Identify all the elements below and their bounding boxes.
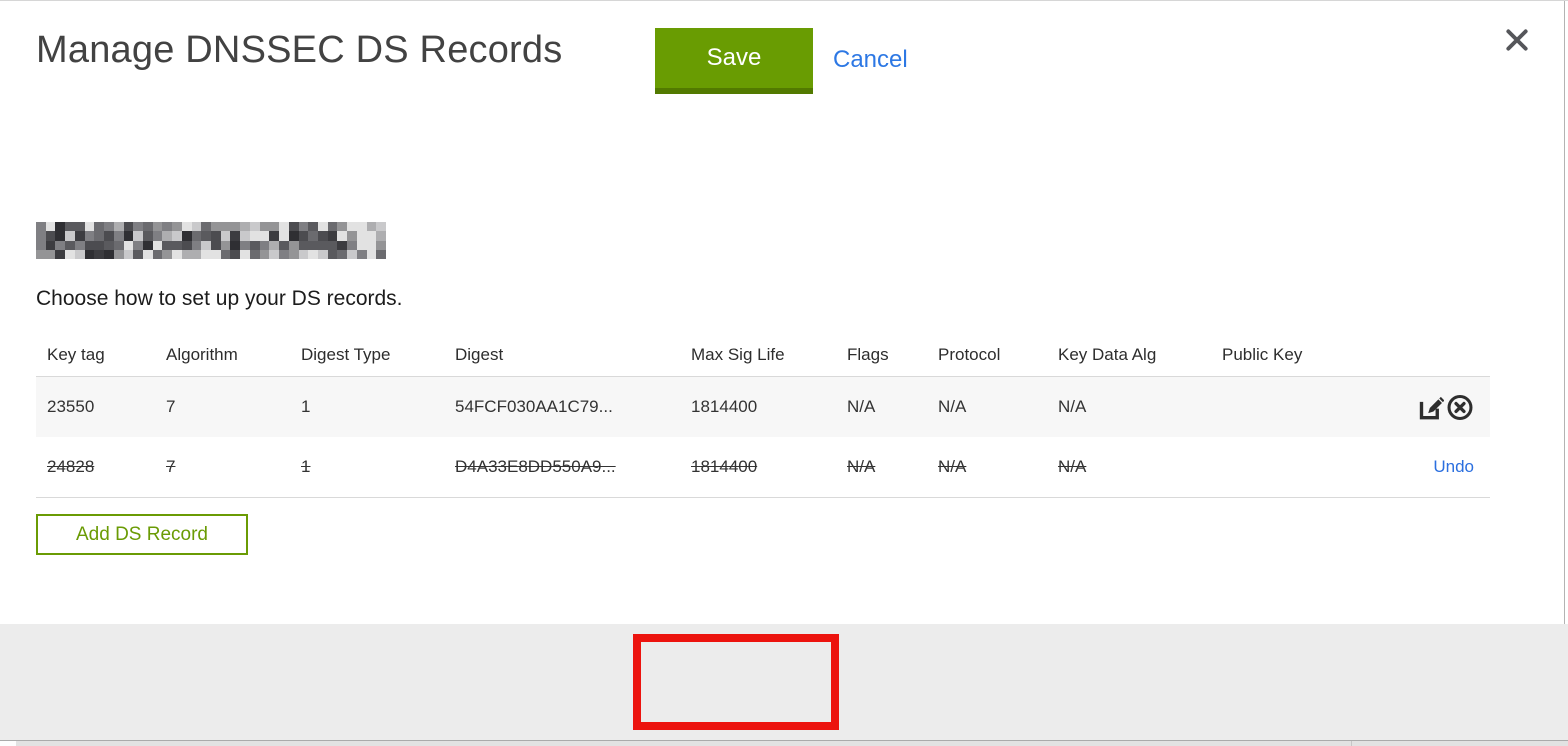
cell-max-sig-life: 1814400 bbox=[691, 397, 758, 416]
save-button[interactable]: Save bbox=[655, 28, 813, 94]
cell-algorithm: 7 bbox=[166, 457, 176, 476]
page-behind-strip bbox=[0, 740, 1568, 746]
manage-dnssec-modal: Manage DNSSEC DS Records Choose how to s… bbox=[0, 0, 1568, 746]
col-header-algorithm: Algorithm bbox=[166, 345, 238, 364]
delete-record-icon[interactable] bbox=[1446, 393, 1474, 421]
page-behind-divider bbox=[1351, 741, 1352, 746]
ds-records-table: Key tag Algorithm Digest Type Digest Max… bbox=[36, 334, 1490, 498]
cell-digest: D4A33E8DD550A9... bbox=[455, 457, 616, 476]
page-behind-segment bbox=[0, 741, 16, 746]
col-header-public-key: Public Key bbox=[1222, 345, 1303, 364]
table-row-deleted: 24828 7 1 D4A33E8DD550A9... 1814400 N/A … bbox=[36, 437, 1490, 498]
cell-key-data-alg: N/A bbox=[1058, 457, 1087, 476]
cell-flags: N/A bbox=[847, 397, 876, 416]
cell-protocol: N/A bbox=[938, 397, 967, 416]
modal-footer bbox=[0, 624, 1568, 740]
col-header-digest: Digest bbox=[455, 345, 504, 364]
col-header-key-tag: Key tag bbox=[47, 345, 105, 364]
cancel-link[interactable]: Cancel bbox=[833, 46, 908, 74]
cell-digest-type: 1 bbox=[301, 457, 311, 476]
table-row: 23550 7 1 54FCF030AA1C79... 1814400 N/A … bbox=[36, 376, 1490, 437]
cell-protocol: N/A bbox=[938, 457, 967, 476]
add-ds-record-button[interactable]: Add DS Record bbox=[36, 514, 248, 555]
intro-text: Choose how to set up your DS records. bbox=[36, 287, 403, 310]
close-icon[interactable] bbox=[1500, 23, 1534, 57]
page-title: Manage DNSSEC DS Records bbox=[36, 29, 563, 71]
col-header-digest-type: Digest Type bbox=[301, 345, 391, 364]
edit-record-icon[interactable] bbox=[1416, 393, 1444, 421]
cell-digest-type: 1 bbox=[301, 397, 311, 416]
cell-key-data-alg: N/A bbox=[1058, 397, 1087, 416]
cell-flags: N/A bbox=[847, 457, 876, 476]
col-header-key-data-alg: Key Data Alg bbox=[1058, 345, 1157, 364]
red-highlight-annotation bbox=[633, 634, 839, 730]
cell-max-sig-life: 1814400 bbox=[691, 457, 758, 476]
cell-key-tag: 23550 bbox=[47, 397, 95, 416]
undo-link[interactable]: Undo bbox=[1433, 457, 1474, 477]
cell-algorithm: 7 bbox=[166, 397, 176, 416]
redacted-domain-name bbox=[36, 222, 386, 259]
col-header-max-sig-life: Max Sig Life bbox=[691, 345, 785, 364]
cell-key-tag: 24828 bbox=[47, 457, 95, 476]
col-header-flags: Flags bbox=[847, 345, 889, 364]
table-header-row: Key tag Algorithm Digest Type Digest Max… bbox=[36, 334, 1490, 376]
cell-digest: 54FCF030AA1C79... bbox=[455, 397, 613, 416]
col-header-protocol: Protocol bbox=[938, 345, 1001, 364]
